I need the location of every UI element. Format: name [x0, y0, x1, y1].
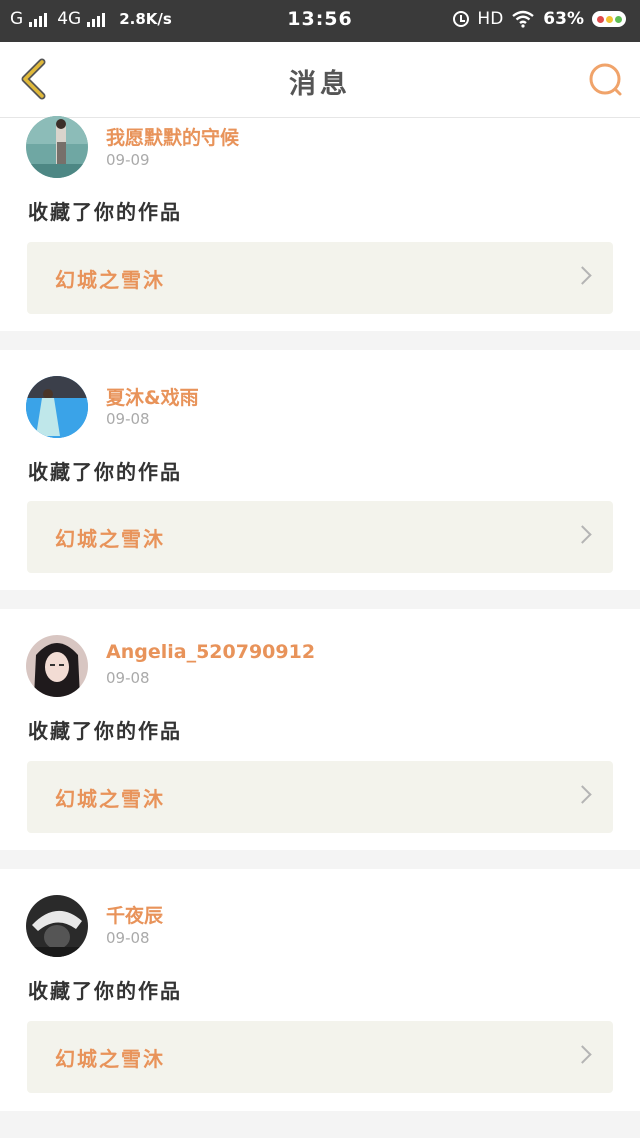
- back-button[interactable]: [14, 56, 54, 102]
- battery-icon: [592, 11, 626, 27]
- message-card: 我愿默默的守候 09-09 收藏了你的作品 幻城之雪沐: [0, 116, 640, 331]
- work-title: 幻城之雪沐: [55, 527, 165, 551]
- message-date: 09-08: [106, 410, 150, 428]
- alarm-icon: [453, 11, 470, 27]
- avatar[interactable]: [26, 116, 88, 178]
- chevron-right-icon: [573, 525, 592, 544]
- wifi-icon: [512, 10, 535, 28]
- user-name[interactable]: 千夜辰: [106, 901, 163, 928]
- work-title: 幻城之雪沐: [55, 1047, 165, 1071]
- work-link[interactable]: 幻城之雪沐: [27, 242, 613, 314]
- avatar[interactable]: [26, 895, 88, 957]
- user-name[interactable]: 我愿默默的守候: [106, 123, 239, 150]
- message-text: 收藏了你的作品: [28, 460, 182, 484]
- search-button[interactable]: [586, 60, 626, 100]
- message-text: 收藏了你的作品: [28, 979, 182, 1003]
- message-card: 夏沐&戏雨 09-08 收藏了你的作品 幻城之雪沐: [0, 350, 640, 590]
- user-name[interactable]: 夏沐&戏雨: [106, 383, 199, 410]
- chevron-right-icon: [573, 266, 592, 285]
- chevron-right-icon: [573, 1045, 592, 1064]
- work-title: 幻城之雪沐: [55, 268, 165, 292]
- message-text: 收藏了你的作品: [28, 719, 182, 743]
- message-card: 千夜辰 09-08 收藏了你的作品 幻城之雪沐: [0, 869, 640, 1111]
- avatar[interactable]: [26, 376, 88, 438]
- page-title: 消息: [289, 69, 351, 100]
- app-header: 消息: [0, 42, 640, 118]
- message-date: 09-09: [106, 151, 150, 169]
- message-date: 09-08: [106, 669, 150, 687]
- search-icon: [589, 63, 622, 96]
- work-link[interactable]: 幻城之雪沐: [27, 1021, 613, 1093]
- message-date: 09-08: [106, 929, 150, 947]
- hd-label: HD: [477, 9, 504, 29]
- chevron-left-icon: [21, 58, 46, 100]
- work-link[interactable]: 幻城之雪沐: [27, 501, 613, 573]
- chevron-right-icon: [573, 785, 592, 804]
- message-text: 收藏了你的作品: [28, 200, 182, 224]
- status-right: HD 63%: [453, 9, 626, 29]
- message-card: Angelia_520790912 09-08 收藏了你的作品 幻城之雪沐: [0, 609, 640, 850]
- work-link[interactable]: 幻城之雪沐: [27, 761, 613, 833]
- battery-percent: 63%: [543, 9, 584, 29]
- avatar[interactable]: [26, 635, 88, 697]
- status-bar: G 4G 2.8K/s 13:56 HD 63%: [0, 0, 640, 42]
- work-title: 幻城之雪沐: [55, 787, 165, 811]
- user-name[interactable]: Angelia_520790912: [106, 641, 315, 663]
